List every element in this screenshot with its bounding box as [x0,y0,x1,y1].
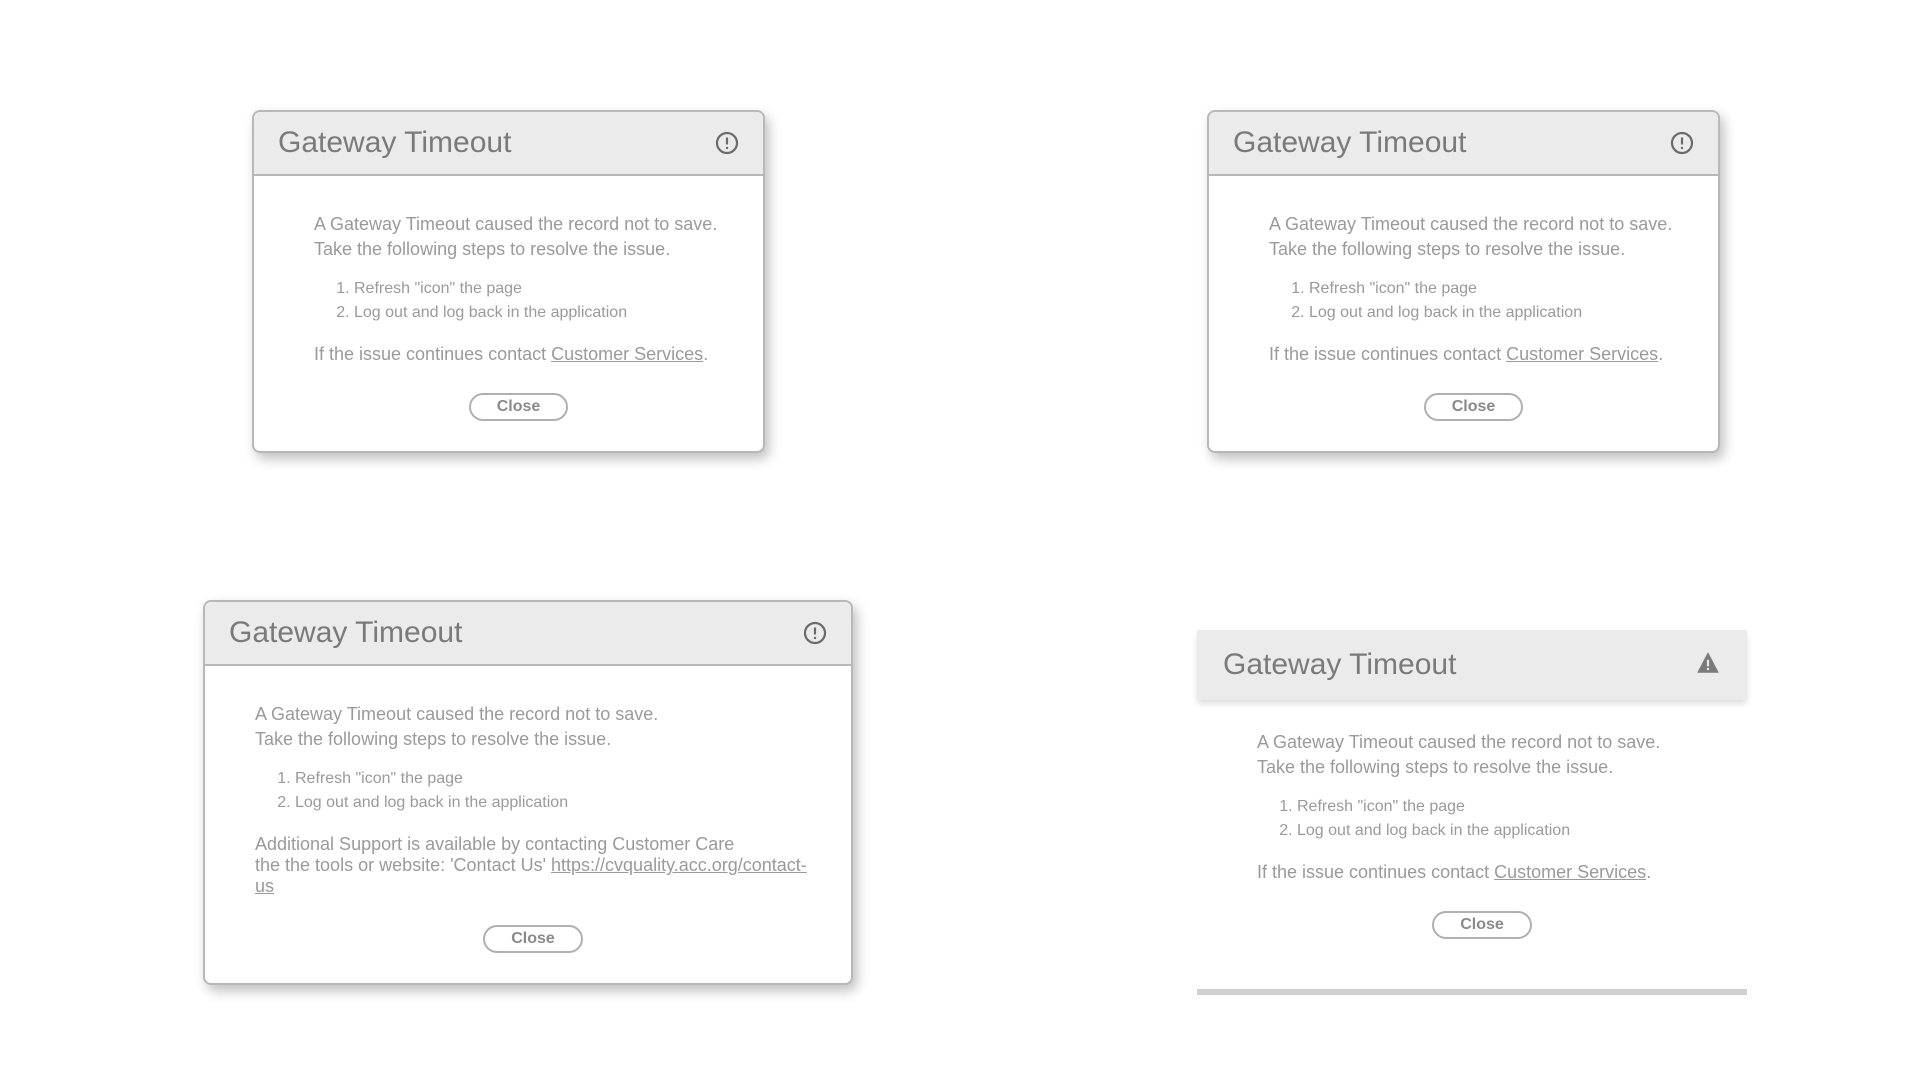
dialog-title: Gateway Timeout [1233,126,1466,160]
footer-prefix: If the issue continues contact [314,344,551,364]
step-item: Refresh "icon" the page [295,770,811,788]
dialog-title: Gateway Timeout [229,616,462,650]
support-prefix: the the tools or website: 'Contact Us' [255,855,551,875]
dialog-steps: Refresh "icon" the page Log out and log … [354,280,723,322]
close-button[interactable]: Close [483,925,583,953]
dialog-header: Gateway Timeout [254,112,763,176]
intro-line: Take the following steps to resolve the … [255,727,811,752]
gateway-timeout-dialog-1: Gateway Timeout A Gateway Timeout caused… [252,110,765,453]
dialog-body: A Gateway Timeout caused the record not … [254,176,763,451]
customer-services-link[interactable]: Customer Services [1506,344,1658,364]
close-button[interactable]: Close [1424,393,1524,421]
footer-prefix: If the issue continues contact [1269,344,1506,364]
gateway-timeout-dialog-4: Gateway Timeout A Gateway Timeout caused… [1197,630,1747,995]
dialog-intro: A Gateway Timeout caused the record not … [1269,212,1678,262]
close-button[interactable]: Close [469,393,569,421]
customer-services-link[interactable]: Customer Services [1494,862,1646,882]
gateway-timeout-dialog-3: Gateway Timeout A Gateway Timeout caused… [203,600,853,985]
footer-suffix: . [1658,344,1663,364]
intro-line: A Gateway Timeout caused the record not … [1257,730,1707,755]
dialog-intro: A Gateway Timeout caused the record not … [255,702,811,752]
alert-icon [715,131,739,155]
dialog-title: Gateway Timeout [278,126,511,160]
dialog-footer-text: If the issue continues contact Customer … [314,344,723,365]
dialog-footer-text: Additional Support is available by conta… [255,834,811,897]
footer-suffix: . [1646,862,1651,882]
dialog-steps: Refresh "icon" the page Log out and log … [1309,280,1678,322]
step-item: Log out and log back in the application [354,304,723,322]
intro-line: A Gateway Timeout caused the record not … [255,702,811,727]
dialog-body: A Gateway Timeout caused the record not … [205,666,851,983]
dialog-intro: A Gateway Timeout caused the record not … [1257,730,1707,780]
close-button[interactable]: Close [1432,911,1532,939]
alert-icon [1670,131,1694,155]
warning-triangle-icon [1695,650,1721,681]
support-line: Additional Support is available by conta… [255,834,811,855]
alert-icon [803,621,827,645]
dialog-header: Gateway Timeout [1197,630,1747,700]
intro-line: Take the following steps to resolve the … [314,237,723,262]
footer-suffix: . [703,344,708,364]
step-item: Log out and log back in the application [1297,822,1707,840]
dialog-intro: A Gateway Timeout caused the record not … [314,212,723,262]
dialog-footer-text: If the issue continues contact Customer … [1257,862,1707,883]
divider [1197,989,1747,995]
customer-services-link[interactable]: Customer Services [551,344,703,364]
dialog-header: Gateway Timeout [205,602,851,666]
intro-line: Take the following steps to resolve the … [1269,237,1678,262]
step-item: Log out and log back in the application [1309,304,1678,322]
dialog-steps: Refresh "icon" the page Log out and log … [295,770,811,812]
dialog-footer-text: If the issue continues contact Customer … [1269,344,1678,365]
step-item: Refresh "icon" the page [1309,280,1678,298]
intro-line: Take the following steps to resolve the … [1257,755,1707,780]
dialog-steps: Refresh "icon" the page Log out and log … [1297,798,1707,840]
dialog-body: A Gateway Timeout caused the record not … [1209,176,1718,451]
footer-prefix: If the issue continues contact [1257,862,1494,882]
dialog-body: A Gateway Timeout caused the record not … [1197,700,1747,959]
intro-line: A Gateway Timeout caused the record not … [1269,212,1678,237]
dialog-header: Gateway Timeout [1209,112,1718,176]
step-item: Refresh "icon" the page [354,280,723,298]
step-item: Log out and log back in the application [295,794,811,812]
intro-line: A Gateway Timeout caused the record not … [314,212,723,237]
step-item: Refresh "icon" the page [1297,798,1707,816]
dialog-title: Gateway Timeout [1223,648,1456,682]
gateway-timeout-dialog-2: Gateway Timeout A Gateway Timeout caused… [1207,110,1720,453]
